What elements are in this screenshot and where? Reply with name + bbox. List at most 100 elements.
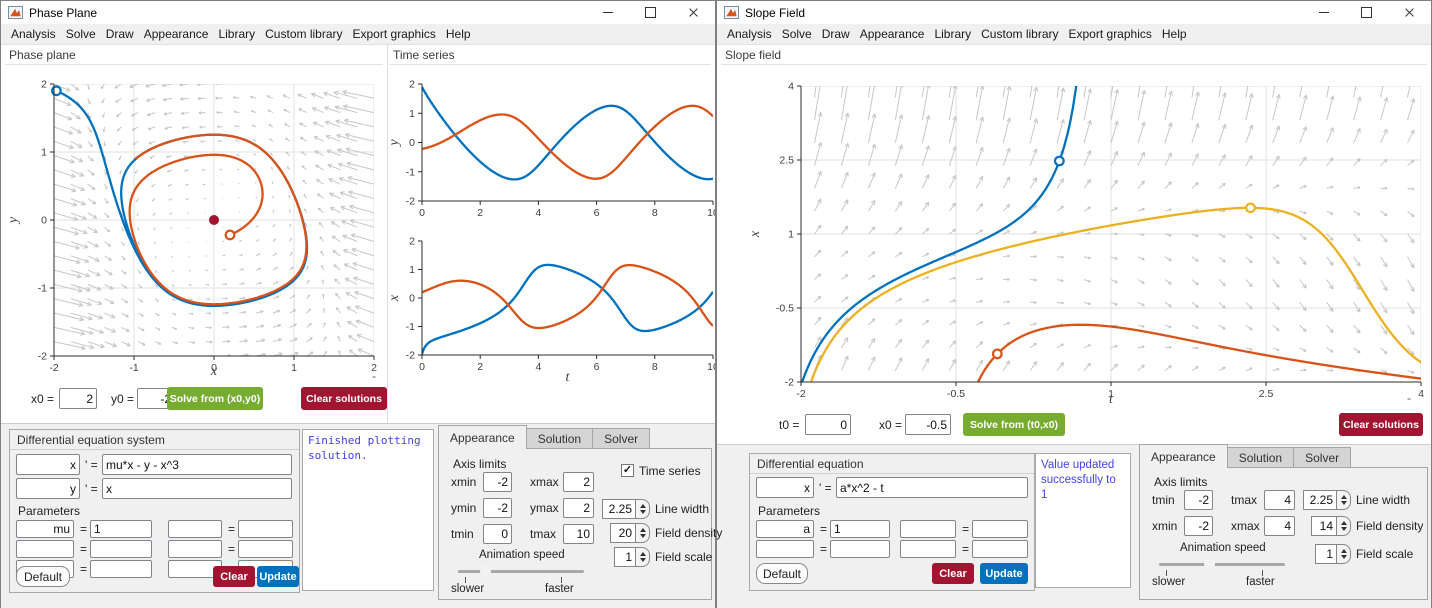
- field-scale-stepper[interactable]: [636, 547, 650, 567]
- field-density-stepper[interactable]: [636, 523, 650, 543]
- titlebar[interactable]: Slope Field: [717, 1, 1431, 24]
- param-value-input[interactable]: [972, 540, 1028, 558]
- clear-solutions-button[interactable]: Clear solutions: [301, 387, 387, 410]
- phase-plane-plot[interactable]: -2-1012-2-1012xy: [1, 61, 386, 383]
- menu-library[interactable]: Library: [929, 27, 976, 41]
- menu-export-graphics[interactable]: Export graphics: [348, 27, 441, 41]
- equation-expr-input[interactable]: [836, 477, 1028, 498]
- ymax-input[interactable]: [563, 498, 594, 518]
- param-name-input[interactable]: [168, 540, 222, 558]
- field-scale-value[interactable]: 1: [614, 547, 636, 567]
- close-button[interactable]: [672, 1, 715, 24]
- xmax-input[interactable]: [1264, 516, 1295, 536]
- param-name-input[interactable]: [168, 520, 222, 538]
- equation-var-input[interactable]: [16, 454, 80, 475]
- menu-appearance[interactable]: Appearance: [139, 27, 214, 41]
- menu-custom-library[interactable]: Custom library: [260, 27, 347, 41]
- animation-speed-slider-thumb[interactable]: [480, 565, 491, 578]
- param-name-input[interactable]: [16, 520, 74, 538]
- tab-solution[interactable]: Solution: [1228, 447, 1294, 468]
- param-value-input[interactable]: [972, 520, 1028, 538]
- param-value-input[interactable]: [238, 540, 293, 558]
- menu-custom-library[interactable]: Custom library: [976, 27, 1063, 41]
- xmin-input[interactable]: [1184, 516, 1213, 536]
- maximize-button[interactable]: [629, 1, 672, 24]
- param-value-input[interactable]: [90, 540, 152, 558]
- menu-solve[interactable]: Solve: [61, 27, 101, 41]
- clear-button[interactable]: Clear: [932, 563, 974, 584]
- menu-draw[interactable]: Draw: [817, 27, 855, 41]
- line-width-stepper[interactable]: [1337, 490, 1351, 510]
- animation-speed-slider-track[interactable]: [1159, 563, 1285, 566]
- time-series-x-plot[interactable]: 0246810-2-1012tx: [387, 229, 715, 391]
- param-value-input[interactable]: [238, 520, 293, 538]
- equation-var-input[interactable]: [16, 478, 80, 499]
- tab-appearance[interactable]: Appearance: [1139, 444, 1228, 468]
- equation-expr-input[interactable]: [102, 454, 292, 475]
- field-density-value[interactable]: 20: [610, 523, 636, 543]
- param-value-input[interactable]: [830, 520, 890, 538]
- default-button[interactable]: Default: [16, 566, 70, 587]
- xmax-input[interactable]: [563, 472, 594, 492]
- field-scale-value[interactable]: 1: [1315, 544, 1337, 564]
- param-name-input[interactable]: [16, 540, 74, 558]
- ymin-input[interactable]: [483, 498, 512, 518]
- menu-help[interactable]: Help: [441, 27, 476, 41]
- tab-appearance[interactable]: Appearance: [438, 425, 527, 449]
- tmin-input[interactable]: [1184, 490, 1213, 510]
- animation-speed-slider-thumb[interactable]: [1204, 558, 1215, 571]
- tab-solution[interactable]: Solution: [527, 428, 593, 449]
- animation-speed-slider-track[interactable]: [458, 570, 584, 573]
- tab-solver[interactable]: Solver: [1294, 447, 1351, 468]
- tmin-input[interactable]: [483, 524, 512, 544]
- menu-analysis[interactable]: Analysis: [722, 27, 777, 41]
- menu-help[interactable]: Help: [1157, 27, 1192, 41]
- time-series-checkbox[interactable]: ✓: [621, 464, 634, 477]
- tmax-input[interactable]: [563, 524, 594, 544]
- param-value-input[interactable]: [830, 540, 890, 558]
- solve-button[interactable]: Solve from (x0,y0): [167, 387, 263, 410]
- field-density-value[interactable]: 14: [1311, 516, 1337, 536]
- axes-toolbar-toggle[interactable]: -: [1407, 391, 1411, 405]
- param-value-input[interactable]: [90, 520, 152, 538]
- equation-var-input[interactable]: [756, 477, 814, 498]
- line-width-stepper[interactable]: [636, 499, 650, 519]
- close-button[interactable]: [1388, 1, 1431, 24]
- minimize-button[interactable]: [586, 1, 629, 24]
- xmin-input[interactable]: [483, 472, 512, 492]
- field-scale-stepper[interactable]: [1337, 544, 1351, 564]
- menu-library[interactable]: Library: [213, 27, 260, 41]
- tab-solver[interactable]: Solver: [593, 428, 650, 449]
- param-name-input[interactable]: [756, 540, 814, 558]
- t0-input[interactable]: [805, 414, 851, 435]
- titlebar[interactable]: Phase Plane: [1, 1, 715, 24]
- equation-expr-input[interactable]: [102, 478, 292, 499]
- line-width-value[interactable]: 2.25: [1303, 490, 1337, 510]
- x0-input[interactable]: [59, 388, 97, 409]
- menu-export-graphics[interactable]: Export graphics: [1064, 27, 1157, 41]
- update-button[interactable]: Update: [257, 566, 299, 587]
- slope-field-plot[interactable]: -2-0.512.54-2-0.512.54tx: [717, 57, 1431, 411]
- solve-button[interactable]: Solve from (t0,x0): [963, 413, 1065, 436]
- time-series-y-plot[interactable]: 0246810-2-1012y: [387, 61, 715, 226]
- default-button[interactable]: Default: [756, 563, 808, 584]
- menu-solve[interactable]: Solve: [777, 27, 817, 41]
- x0-input[interactable]: [905, 414, 951, 435]
- param-name-input[interactable]: [900, 520, 956, 538]
- line-width-value[interactable]: 2.25: [602, 499, 636, 519]
- menu-analysis[interactable]: Analysis: [6, 27, 61, 41]
- field-density-stepper[interactable]: [1337, 516, 1351, 536]
- axes-toolbar-toggle[interactable]: -: [372, 369, 376, 383]
- clear-button[interactable]: Clear: [213, 566, 255, 587]
- minimize-button[interactable]: [1302, 1, 1345, 24]
- param-value-input[interactable]: [90, 560, 152, 578]
- param-name-input[interactable]: [900, 540, 956, 558]
- param-name-input[interactable]: [756, 520, 814, 538]
- menu-draw[interactable]: Draw: [101, 27, 139, 41]
- update-button[interactable]: Update: [980, 563, 1028, 584]
- clear-solutions-button[interactable]: Clear solutions: [1339, 413, 1423, 436]
- maximize-button[interactable]: [1345, 1, 1388, 24]
- menu-appearance[interactable]: Appearance: [855, 27, 930, 41]
- tmax-input[interactable]: [1264, 490, 1295, 510]
- equals-label: =: [80, 542, 87, 556]
